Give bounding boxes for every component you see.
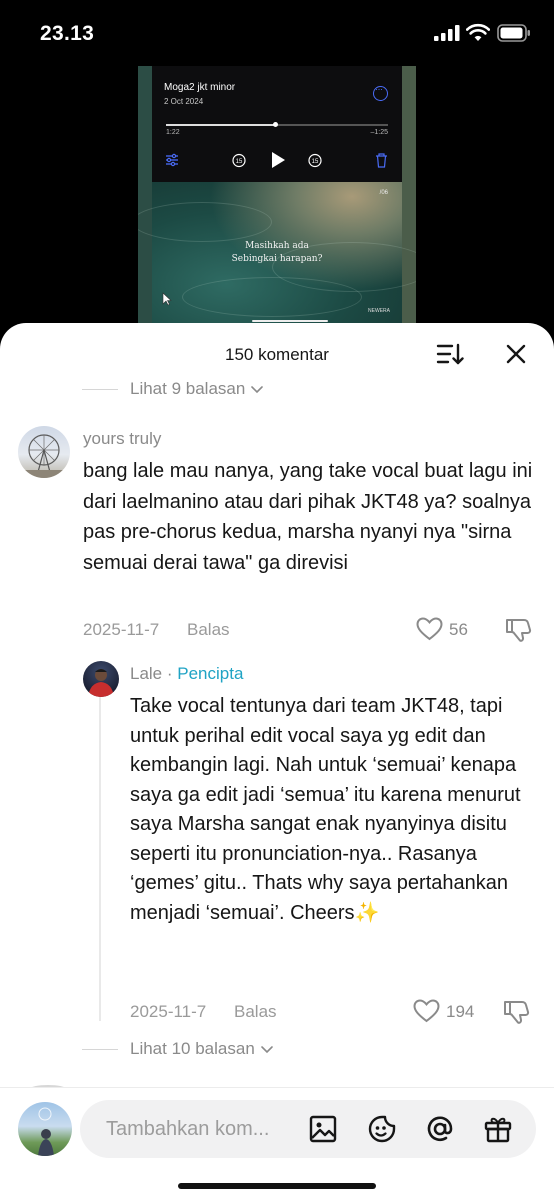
- close-icon[interactable]: [505, 343, 527, 365]
- gift-icon[interactable]: [483, 1114, 513, 1144]
- view-replies-label: Lihat 9 balasan: [130, 379, 246, 398]
- ferris-wheel-image: [18, 434, 70, 478]
- replies-divider: [82, 388, 118, 390]
- comment-input-bar: Tambahkan kom...: [0, 1087, 554, 1199]
- commenter-avatar[interactable]: [18, 426, 70, 478]
- lyric-line-1: Masihkah ada: [245, 241, 309, 251]
- more-options-icon: [373, 84, 388, 101]
- sort-icon[interactable]: [436, 342, 464, 366]
- cursor-icon: [162, 292, 172, 306]
- lyric-line-2: Sebingkai harapan?: [231, 254, 323, 264]
- dislike-icon[interactable]: [505, 617, 532, 643]
- player-progress-knob: [272, 122, 278, 127]
- wifi-icon: [466, 23, 490, 41]
- creator-avatar[interactable]: [83, 661, 119, 697]
- track-counter: /06: [379, 190, 388, 196]
- creator-badge: Pencipta: [177, 664, 244, 683]
- player-controls: 15 15: [152, 152, 402, 176]
- reply-reply-button[interactable]: Balas: [234, 1002, 277, 1022]
- reply-body: Take vocal tentunya dari team JKT48, tap…: [130, 695, 521, 924]
- skip-back-label: 15: [236, 159, 243, 165]
- player-progress-bar: [166, 122, 388, 127]
- home-indicator: [178, 1183, 376, 1189]
- my-avatar[interactable]: [18, 1102, 72, 1156]
- heart-icon[interactable]: [416, 617, 443, 641]
- video-preview[interactable]: Moga2 jkt minor 2 Oct 2024 1:22 –1:25 15: [138, 66, 416, 328]
- creator-username[interactable]: Lale: [130, 664, 162, 683]
- my-avatar-photo: [38, 1107, 54, 1156]
- signal-icon: [434, 25, 460, 41]
- commenter-username[interactable]: yours truly: [83, 429, 161, 449]
- comment-input-field[interactable]: Tambahkan kom...: [80, 1100, 536, 1158]
- skip-forward-icon: 15: [308, 153, 322, 168]
- thread-line: [99, 685, 101, 1021]
- reply-like-count: 194: [446, 1002, 475, 1021]
- equalizer-icon: [166, 153, 178, 167]
- player-date: 2 Oct 2024: [164, 97, 204, 106]
- watermark: NEWERA: [368, 308, 390, 314]
- time-remaining: –1:25: [370, 129, 388, 136]
- comment-count-title: 150 komentar: [225, 345, 329, 364]
- image-icon[interactable]: [308, 1114, 338, 1144]
- video-home-indicator: [252, 320, 328, 322]
- replies-divider: [82, 1048, 118, 1050]
- username-separator: ·: [162, 664, 178, 683]
- emoji-icon[interactable]: [367, 1114, 397, 1144]
- video-edge-left: [138, 66, 152, 328]
- player-progress-fill: [166, 124, 275, 126]
- chevron-down-icon: [260, 1045, 273, 1053]
- comment-date: 2025-11-7: [83, 620, 160, 639]
- heart-icon[interactable]: [413, 999, 440, 1023]
- time-elapsed: 1:22: [166, 129, 180, 136]
- battery-icon: [497, 24, 530, 42]
- mention-icon[interactable]: [425, 1114, 455, 1144]
- reply-date: 2025-11-7: [130, 1002, 207, 1021]
- status-time: 23.13: [40, 22, 95, 45]
- reply-button[interactable]: Balas: [187, 620, 230, 640]
- comment-input-placeholder: Tambahkan kom...: [106, 1118, 270, 1140]
- view-replies-label: Lihat 10 balasan: [130, 1039, 255, 1058]
- trash-icon: [376, 153, 387, 168]
- creator-photo: [88, 669, 114, 697]
- skip-forward-label: 15: [312, 159, 319, 165]
- skip-back-icon: 15: [232, 153, 246, 168]
- view-replies-toggle-top[interactable]: Lihat 9 balasan: [82, 379, 264, 399]
- play-icon: [272, 152, 285, 168]
- video-background-water: /06 Masihkah ada Sebingkai harapan? NEWE…: [138, 182, 416, 328]
- comment-sheet: 150 komentar Lihat 9 balasan yours truly…: [0, 323, 554, 1199]
- chevron-down-icon: [251, 385, 264, 393]
- player-title: Moga2 jkt minor: [164, 82, 236, 93]
- like-count: 56: [449, 620, 468, 639]
- comment-body: bang lale mau nanya, yang take vocal bua…: [83, 460, 533, 574]
- voice-memo-player: Moga2 jkt minor 2 Oct 2024 1:22 –1:25 15: [152, 66, 402, 182]
- view-replies-toggle-bottom[interactable]: Lihat 10 balasan: [82, 1039, 274, 1059]
- status-bar: 23.13: [0, 0, 554, 66]
- creator-username-line: Lale · Pencipta: [130, 664, 243, 684]
- dislike-icon[interactable]: [503, 999, 530, 1025]
- video-edge-right: [402, 66, 416, 328]
- lyric-overlay: Masihkah ada Sebingkai harapan?: [152, 240, 402, 266]
